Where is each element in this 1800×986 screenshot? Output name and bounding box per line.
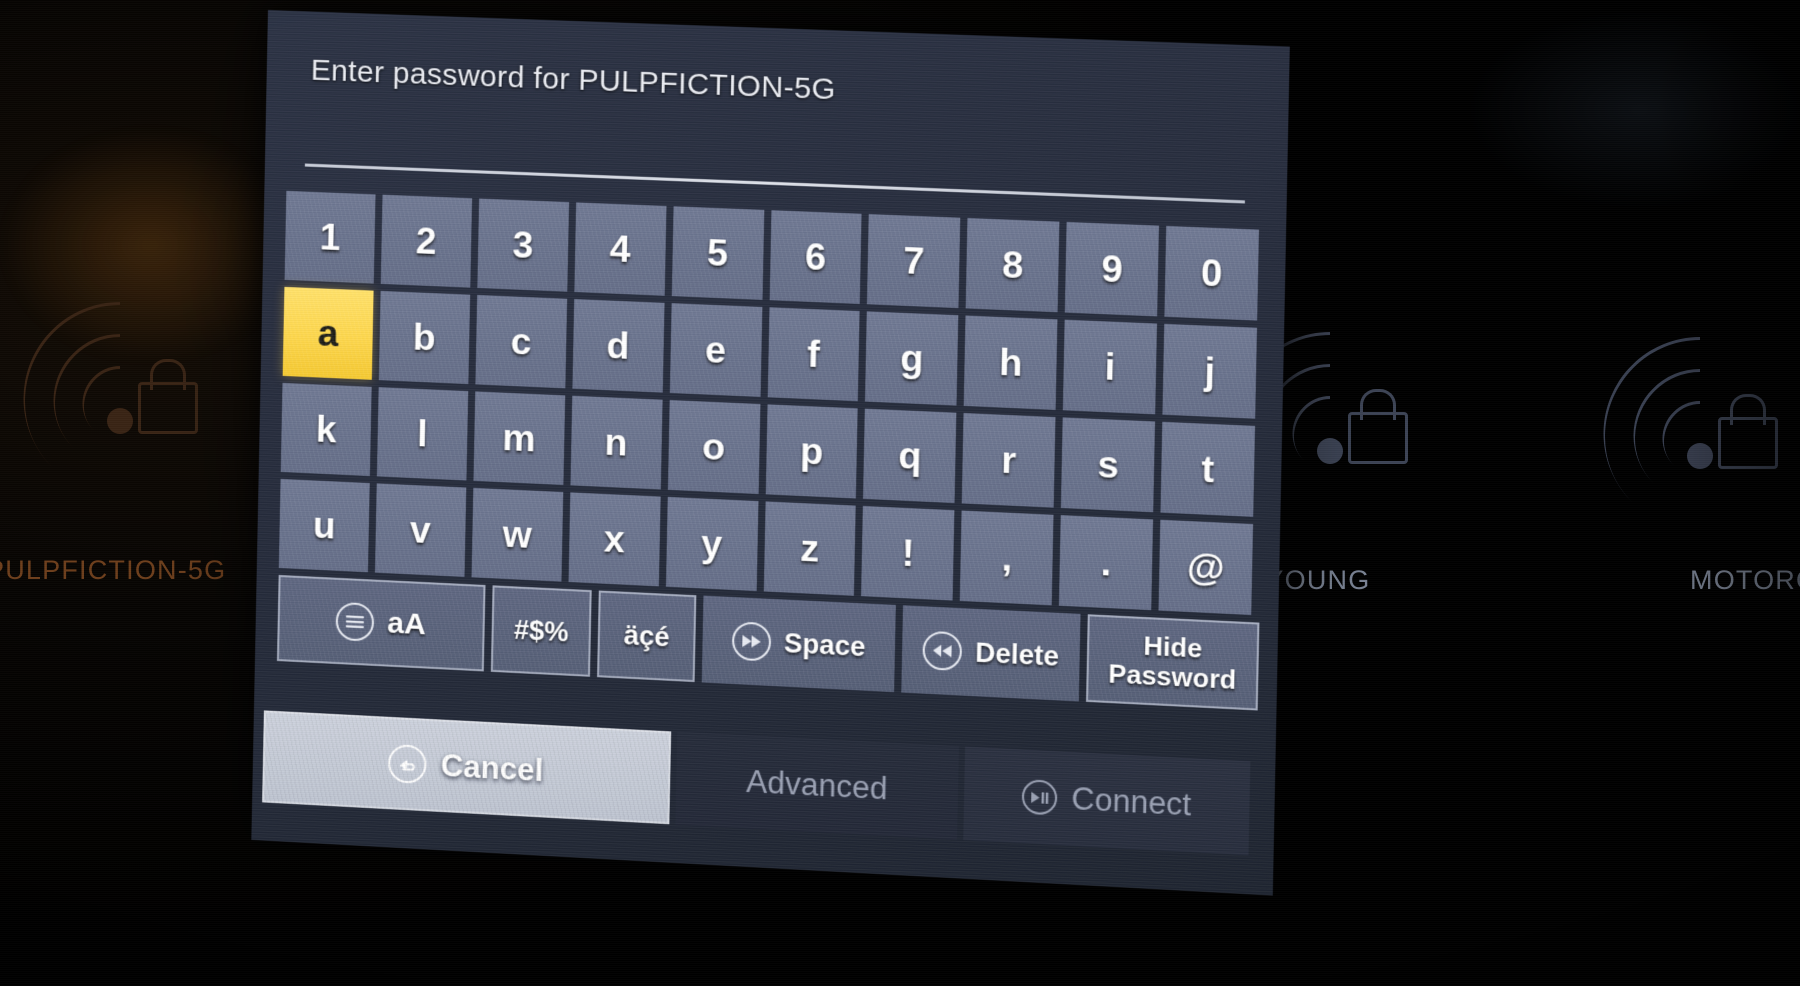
key-h[interactable]: h bbox=[964, 315, 1058, 410]
back-circle-icon bbox=[387, 743, 427, 785]
key-at[interactable]: @ bbox=[1158, 519, 1254, 616]
play-pause-circle-icon bbox=[1021, 779, 1058, 816]
cancel-button[interactable]: Cancel bbox=[262, 710, 672, 825]
key-r[interactable]: r bbox=[962, 413, 1056, 508]
key-1[interactable]: 1 bbox=[284, 190, 376, 284]
on-screen-keyboard: 1 2 3 4 5 6 7 8 9 0 a b c d e f g h i j … bbox=[276, 190, 1260, 711]
key-l[interactable]: l bbox=[376, 387, 469, 481]
key-9[interactable]: 9 bbox=[1065, 221, 1160, 317]
accents-button[interactable]: äçé bbox=[597, 590, 697, 683]
key-8[interactable]: 8 bbox=[966, 218, 1060, 313]
password-dialog: Enter password for PULPFICTION-5G 1 2 3 … bbox=[251, 10, 1290, 896]
key-c[interactable]: c bbox=[475, 294, 567, 389]
key-j[interactable]: j bbox=[1162, 323, 1258, 419]
key-exclamation[interactable]: ! bbox=[861, 505, 955, 601]
key-k[interactable]: k bbox=[280, 382, 372, 477]
key-z[interactable]: z bbox=[763, 501, 857, 596]
key-b[interactable]: b bbox=[378, 290, 470, 385]
key-v[interactable]: v bbox=[374, 483, 467, 577]
background-network-label: PULPFICTION-5G bbox=[0, 555, 227, 585]
symbols-button[interactable]: #$% bbox=[490, 585, 592, 677]
key-i[interactable]: i bbox=[1063, 319, 1158, 415]
key-5[interactable]: 5 bbox=[671, 206, 764, 300]
key-y[interactable]: y bbox=[665, 496, 758, 592]
key-g[interactable]: g bbox=[865, 311, 959, 406]
tv-screen: PULPFICTION-5G ERYOUNG MOTOROL Enter pas… bbox=[0, 0, 1800, 986]
background-network-label: MOTOROL bbox=[1690, 565, 1800, 595]
space-button[interactable]: Space bbox=[701, 595, 896, 693]
fast-forward-circle-icon bbox=[731, 621, 772, 662]
screen-glare-secondary bbox=[1380, 0, 1800, 260]
key-o[interactable]: o bbox=[667, 399, 760, 494]
delete-button[interactable]: Delete bbox=[901, 605, 1081, 702]
key-0[interactable]: 0 bbox=[1164, 225, 1260, 321]
key-u[interactable]: u bbox=[278, 478, 370, 573]
wifi-lock-icon bbox=[0, 262, 257, 535]
case-toggle-button[interactable]: aA bbox=[276, 574, 486, 672]
space-label: Space bbox=[783, 627, 866, 663]
cancel-label: Cancel bbox=[440, 747, 544, 789]
background-network-item bbox=[1563, 297, 1800, 570]
key-6[interactable]: 6 bbox=[769, 210, 863, 304]
key-f[interactable]: f bbox=[767, 307, 861, 402]
key-2[interactable]: 2 bbox=[380, 194, 472, 288]
rewind-circle-icon bbox=[922, 630, 963, 672]
hide-password-label-line2: Password bbox=[1108, 658, 1237, 696]
advanced-button[interactable]: Advanced bbox=[675, 731, 959, 840]
key-w[interactable]: w bbox=[471, 487, 563, 582]
background-network-item bbox=[0, 262, 257, 535]
key-comma[interactable]: , bbox=[960, 510, 1054, 606]
dialog-title: Enter password for PULPFICTION-5G bbox=[310, 53, 837, 107]
connect-label: Connect bbox=[1071, 780, 1192, 823]
key-e[interactable]: e bbox=[669, 303, 762, 397]
advanced-label: Advanced bbox=[745, 763, 888, 807]
key-a[interactable]: a bbox=[282, 286, 374, 380]
wifi-lock-icon bbox=[1563, 297, 1800, 570]
key-d[interactable]: d bbox=[572, 299, 665, 393]
key-q[interactable]: q bbox=[863, 408, 957, 504]
password-input[interactable] bbox=[309, 124, 1229, 196]
key-7[interactable]: 7 bbox=[867, 214, 961, 309]
delete-label: Delete bbox=[974, 637, 1060, 672]
case-toggle-label: aA bbox=[386, 606, 427, 642]
connect-button[interactable]: Connect bbox=[963, 746, 1251, 856]
key-p[interactable]: p bbox=[765, 404, 859, 499]
key-4[interactable]: 4 bbox=[574, 202, 667, 296]
hide-password-button[interactable]: Hide Password bbox=[1086, 614, 1260, 711]
hide-password-label-line1: Hide bbox=[1143, 630, 1203, 664]
key-m[interactable]: m bbox=[473, 391, 565, 485]
key-n[interactable]: n bbox=[570, 395, 663, 490]
menu-circle-icon bbox=[335, 601, 375, 642]
key-x[interactable]: x bbox=[568, 492, 661, 587]
key-period[interactable]: . bbox=[1059, 515, 1154, 611]
dialog-action-bar: Cancel Advanced Connect bbox=[262, 710, 1251, 856]
key-s[interactable]: s bbox=[1061, 417, 1156, 513]
key-3[interactable]: 3 bbox=[477, 198, 569, 292]
key-t[interactable]: t bbox=[1160, 421, 1256, 517]
